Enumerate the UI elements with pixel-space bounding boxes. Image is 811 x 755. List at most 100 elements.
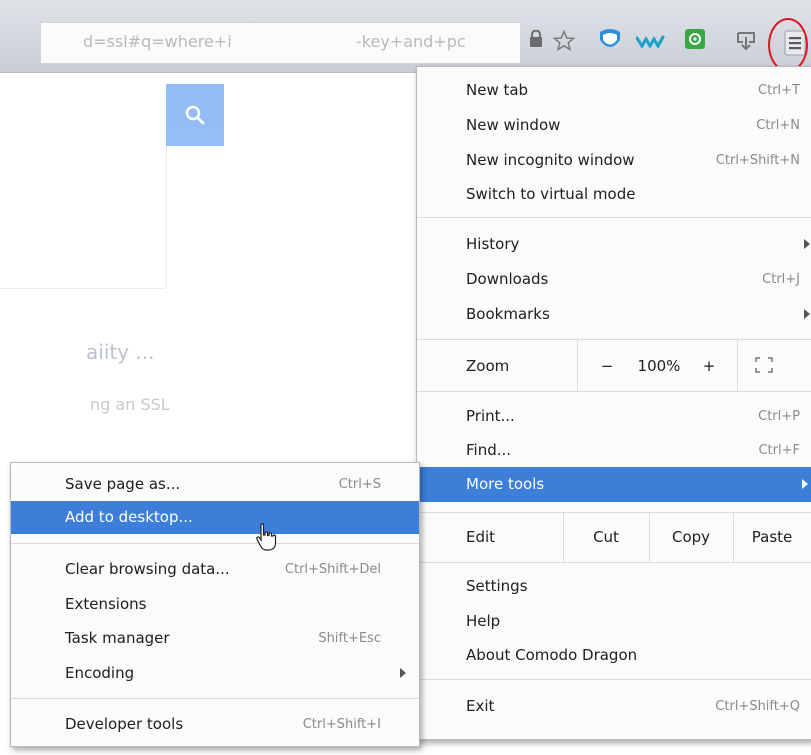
label: Copy xyxy=(671,528,711,546)
label: Switch to virtual mode xyxy=(466,185,636,203)
copy-button[interactable]: Copy xyxy=(649,520,733,554)
label: Extensions xyxy=(65,595,147,613)
browser-main-menu: New tab Ctrl+T New window Ctrl+N New inc… xyxy=(416,66,811,740)
label: Add to desktop... xyxy=(65,508,193,526)
submenu-arrow-icon xyxy=(400,668,406,678)
menu-item-virtual-mode[interactable]: Switch to virtual mode xyxy=(466,177,800,211)
label: New tab xyxy=(466,81,529,99)
menu-separator xyxy=(417,562,811,563)
url-text-right: -key+and+pc xyxy=(356,32,466,51)
label: About Comodo Dragon xyxy=(466,646,638,664)
extension-wave-icon[interactable] xyxy=(636,34,666,48)
label: Downloads xyxy=(466,270,549,288)
label: Print... xyxy=(466,407,515,425)
label: Paste xyxy=(751,528,793,546)
shortcut: Ctrl+Shift+N xyxy=(715,152,800,168)
menu-item-more-tools[interactable]: More tools xyxy=(417,467,811,502)
menu-separator xyxy=(417,217,811,218)
mouse-cursor-icon xyxy=(256,523,277,551)
submenu-arrow-icon xyxy=(804,309,810,319)
menu-separator xyxy=(417,339,811,340)
label: Zoom xyxy=(466,357,510,375)
shortcut: Shift+Esc xyxy=(318,630,381,646)
label: Help xyxy=(466,612,501,630)
cut-button[interactable]: Cut xyxy=(563,520,649,554)
menu-item-about[interactable]: About Comodo Dragon xyxy=(466,638,800,672)
more-tools-submenu: Save page as... Ctrl+S Add to desktop...… xyxy=(10,462,420,747)
menu-item-settings[interactable]: Settings xyxy=(466,569,800,603)
menu-item-clear-browsing-data[interactable]: Clear browsing data... Ctrl+Shift+Del xyxy=(65,552,381,586)
label: Cut xyxy=(593,528,619,546)
menu-item-new-window[interactable]: New window Ctrl+N xyxy=(466,108,800,142)
fullscreen-icon[interactable] xyxy=(755,357,773,373)
shortcut: Ctrl+Shift+Del xyxy=(284,561,381,577)
label: 100% xyxy=(637,357,681,375)
menu-item-add-to-desktop[interactable]: Add to desktop... xyxy=(11,501,419,534)
label: More tools xyxy=(466,475,545,493)
highlight-circle xyxy=(768,18,808,72)
comodo-shield-icon[interactable] xyxy=(597,26,623,54)
label: Encoding xyxy=(65,664,135,682)
search-button[interactable] xyxy=(166,84,224,146)
shortcut: Ctrl+T xyxy=(758,82,800,98)
label: Bookmarks xyxy=(466,305,550,323)
faded-page-text: aiity ... xyxy=(86,340,155,364)
lock-icon[interactable] xyxy=(528,30,544,48)
menu-item-edit: Edit xyxy=(466,520,546,554)
menu-item-find[interactable]: Find... Ctrl+F xyxy=(466,433,800,467)
submenu-arrow-icon xyxy=(802,479,808,489)
label: History xyxy=(466,235,520,253)
zoom-level: 100% xyxy=(629,349,689,383)
label: Exit xyxy=(466,697,495,715)
zoom-out-button[interactable]: − xyxy=(593,349,621,383)
shortcut: Ctrl+J xyxy=(762,271,800,287)
menu-item-bookmarks[interactable]: Bookmarks xyxy=(466,297,800,331)
url-text-left: d=ssl#q=where+i xyxy=(83,32,232,51)
menu-item-developer-tools[interactable]: Developer tools Ctrl+Shift+I xyxy=(65,707,381,741)
menu-separator xyxy=(417,679,811,680)
search-box-edge xyxy=(166,146,167,288)
label: Clear browsing data... xyxy=(65,560,230,578)
menu-separator xyxy=(417,512,811,513)
shortcut: Ctrl+Shift+I xyxy=(302,716,381,732)
menu-item-new-tab[interactable]: New tab Ctrl+T xyxy=(466,73,800,107)
label: Developer tools xyxy=(65,715,184,733)
zoom-in-button[interactable]: + xyxy=(695,349,723,383)
shortcut: Ctrl+N xyxy=(756,117,800,133)
menu-item-help[interactable]: Help xyxy=(466,604,800,638)
menu-item-history[interactable]: History xyxy=(466,227,800,261)
menu-item-exit[interactable]: Exit Ctrl+Shift+Q xyxy=(466,689,800,723)
shortcut: Ctrl+P xyxy=(758,408,800,424)
menu-separator xyxy=(11,698,419,699)
address-bar-right[interactable]: -key+and+pc xyxy=(350,22,520,64)
star-icon[interactable] xyxy=(553,30,575,52)
menu-item-new-incognito-window[interactable]: New incognito window Ctrl+Shift+N xyxy=(466,143,800,177)
label: New incognito window xyxy=(466,151,635,169)
label: Task manager xyxy=(65,629,170,647)
menu-item-print[interactable]: Print... Ctrl+P xyxy=(466,399,800,433)
zoom-divider xyxy=(577,339,578,391)
menu-item-zoom: Zoom xyxy=(466,349,566,383)
faded-page-text: ng an SSL xyxy=(90,395,170,414)
download-icon[interactable] xyxy=(734,28,758,52)
label: Settings xyxy=(466,577,528,595)
label: New window xyxy=(466,116,561,134)
menu-item-save-page-as[interactable]: Save page as... Ctrl+S xyxy=(65,467,381,501)
label: Edit xyxy=(466,528,496,546)
menu-item-task-manager[interactable]: Task manager Shift+Esc xyxy=(65,621,381,655)
label: Find... xyxy=(466,441,512,459)
shortcut: Ctrl+S xyxy=(338,476,381,492)
shortcut: Ctrl+F xyxy=(758,442,800,458)
menu-item-downloads[interactable]: Downloads Ctrl+J xyxy=(466,262,800,296)
menu-item-encoding[interactable]: Encoding xyxy=(65,656,381,690)
menu-item-extensions[interactable]: Extensions xyxy=(65,587,381,621)
label: Save page as... xyxy=(65,475,181,493)
submenu-arrow-icon xyxy=(804,239,810,249)
label: − xyxy=(600,357,614,375)
extension-green-icon[interactable] xyxy=(684,28,706,50)
paste-button[interactable]: Paste xyxy=(733,520,811,554)
shortcut: Ctrl+Shift+Q xyxy=(715,698,800,714)
label: + xyxy=(702,357,716,375)
search-box-bottom xyxy=(0,288,166,289)
menu-separator xyxy=(11,543,419,544)
